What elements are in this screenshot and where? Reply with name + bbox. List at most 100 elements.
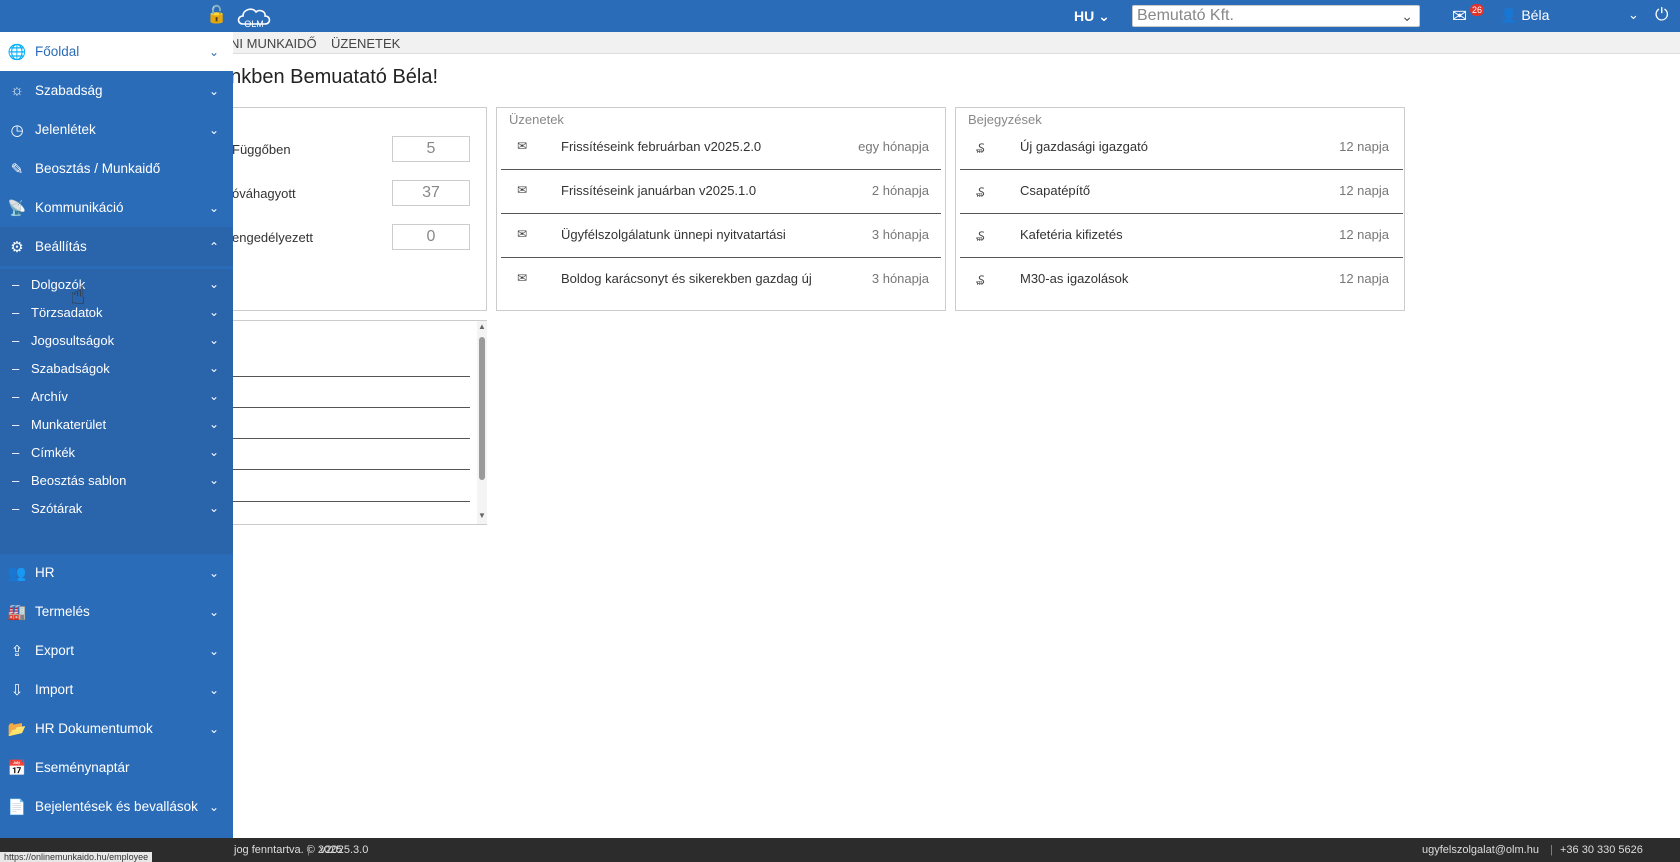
envelope-icon: ✉ [517, 271, 528, 285]
list-item[interactable] [220, 501, 470, 502]
sidebar-item-import[interactable]: ⇩ Import ⌄ [0, 670, 233, 709]
sidebar-item-hr-dokumentumok[interactable]: 📂 HR Dokumentumok ⌄ [0, 709, 233, 748]
dash-icon: – [12, 304, 20, 320]
power-icon[interactable]: ⏻ [1655, 5, 1668, 25]
entry-title: M30-as igazolások [1020, 271, 1129, 286]
dash-icon: – [12, 472, 20, 488]
sidebar-item-label: Kommunikáció [35, 200, 124, 215]
entry-row[interactable]: ₷ Kafetéria kifizetés 12 napja [960, 214, 1403, 258]
message-row[interactable]: ✉ Frissítéseink januárban v2025.1.0 2 hó… [501, 170, 941, 214]
message-title: Frissítéseink februárban v2025.2.0 [561, 139, 762, 154]
sidebar-item-beosztas[interactable]: ✎ Beosztás / Munkaidő [0, 149, 233, 188]
scrollbar[interactable]: ▲ ▼ [477, 321, 487, 524]
scroll-list-panel[interactable]: ▲ ▼ [219, 320, 487, 525]
footer-phone: +36 30 330 5626 [1560, 844, 1643, 856]
company-select[interactable]: Bemutató Kft. ⌄ [1132, 5, 1420, 27]
chevron-down-icon: ⌄ [209, 122, 220, 137]
list-item[interactable] [220, 438, 470, 439]
chevron-down-icon: ⌄ [209, 682, 220, 697]
status-panel: Függőben 5 óváhagyott 37 engedélyezett 0 [219, 107, 487, 311]
calendar-icon: 📅 [7, 759, 27, 777]
status-count[interactable]: 37 [392, 180, 470, 206]
entry-icon: ₷ [976, 229, 985, 243]
entry-row[interactable]: ₷ Csapatépítő 12 napja [960, 170, 1403, 214]
unlock-icon[interactable]: 🔓 [206, 5, 227, 25]
tools-icon: ✎ [10, 160, 24, 178]
submenu-item-torzsadatok[interactable]: – Törzsadatok ⌄ [0, 298, 233, 326]
sidebar-item-bejelentesek[interactable]: 📄 Bejelentések és bevallások ⌄ [0, 787, 233, 826]
entries-panel: Bejegyzések ₷ Új gazdasági igazgató 12 n… [955, 107, 1405, 311]
list-item[interactable] [220, 376, 470, 377]
sidebar-item-label: Jelenlétek [35, 122, 96, 137]
sidebar-item-hr[interactable]: 👥 HR ⌄ [0, 553, 233, 592]
scrollbar-thumb[interactable] [479, 337, 485, 480]
message-row[interactable]: ✉ Frissítéseink februárban v2025.2.0 egy… [501, 126, 941, 170]
sidebar-item-label: Szabadság [35, 83, 103, 98]
sidebar-item-fooldal[interactable]: 🌐 Főoldal ⌄ [0, 32, 233, 71]
submenu-item-archiv[interactable]: – Archív ⌄ [0, 382, 233, 410]
message-date: egy hónapja [858, 139, 929, 154]
status-count[interactable]: 0 [392, 224, 470, 250]
submenu-item-munkaterulet[interactable]: – Munkaterület ⌄ [0, 410, 233, 438]
entry-date: 12 napja [1339, 271, 1389, 286]
sidebar-item-termeles[interactable]: 🏭 Termelés ⌄ [0, 592, 233, 631]
submenu-item-szotarak[interactable]: – Szótárak ⌄ [0, 494, 233, 522]
envelope-icon: ✉ [517, 227, 528, 241]
chevron-down-icon: ⌄ [209, 604, 220, 619]
envelope-icon: ✉ [517, 183, 528, 197]
entry-icon: ₷ [976, 273, 985, 287]
list-item[interactable] [220, 469, 470, 470]
submenu-item-jogosultsagok[interactable]: – Jogosultságok ⌄ [0, 326, 233, 354]
submenu-item-szabadsagok[interactable]: – Szabadságok ⌄ [0, 354, 233, 382]
scroll-down-icon[interactable]: ▼ [478, 511, 486, 520]
message-date: 2 hónapja [871, 183, 929, 198]
mail-badge: 26 [1470, 4, 1485, 16]
sun-icon: ☼ [10, 82, 24, 99]
chevron-down-icon: ⌄ [209, 44, 220, 59]
tab-munkaido[interactable]: NI MUNKAIDŐ [230, 36, 317, 51]
sidebar-item-export[interactable]: ⇪ Export ⌄ [0, 631, 233, 670]
entry-row[interactable]: ₷ Új gazdasági igazgató 12 napja [960, 126, 1403, 170]
sidebar-item-beallitas[interactable]: ⚙ Beállítás ⌃ [0, 227, 233, 266]
sidebar-item-jelenletek[interactable]: ◷ Jelenlétek ⌄ [0, 110, 233, 149]
chevron-down-icon: ⌄ [209, 333, 220, 347]
entry-date: 12 napja [1339, 183, 1389, 198]
entry-title: Új gazdasági igazgató [1020, 139, 1148, 154]
hand-cursor-icon: ☝ [70, 280, 86, 310]
footer-separator: | [1550, 844, 1553, 856]
submenu-label: Szótárak [31, 500, 83, 516]
sidebar: 🌐 Főoldal ⌄ ☼ Szabadság ⌄ ◷ Jelenlétek ⌄… [0, 32, 233, 838]
status-count[interactable]: 5 [392, 136, 470, 162]
sidebar-item-esemenynaptar[interactable]: 📅 Eseménynaptár [0, 748, 233, 787]
sidebar-item-kommunikacio[interactable]: 📡 Kommunikáció ⌄ [0, 188, 233, 227]
scroll-up-icon[interactable]: ▲ [478, 322, 486, 331]
language-label: HU [1074, 8, 1095, 24]
message-row[interactable]: ✉ Boldog karácsonyt és sikerekben gazdag… [501, 258, 941, 302]
mail-icon[interactable]: ✉ 26 [1452, 4, 1485, 27]
chevron-down-icon: ⌄ [1098, 8, 1110, 24]
entry-row[interactable]: ₷ M30-as igazolások 12 napja [960, 258, 1403, 302]
user-name: Béla [1521, 7, 1550, 23]
sidebar-item-label: HR Dokumentumok [35, 721, 153, 736]
document-icon: 📄 [7, 798, 27, 816]
chevron-down-icon: ⌄ [209, 799, 220, 814]
export-icon: ⇪ [10, 642, 24, 660]
olm-logo[interactable]: OLM [235, 2, 273, 30]
chevron-down-icon: ⌄ [209, 361, 220, 375]
footer-email-link[interactable]: ugyfelszolgalat@olm.hu [1422, 844, 1539, 856]
tab-uzenetek[interactable]: ÜZENETEK [331, 36, 400, 51]
clock-check-icon: ◷ [10, 121, 24, 139]
submenu-item-dolgozok[interactable]: – Dolgozók ⌄ [0, 270, 233, 298]
submenu-label: Archív [31, 388, 68, 404]
message-row[interactable]: ✉ Ügyfélszolgálatunk ünnepi nyitvatartás… [501, 214, 941, 258]
language-selector[interactable]: HU ⌄ [1074, 8, 1110, 25]
envelope-icon: ✉ [517, 139, 528, 153]
user-menu[interactable]: 👤 Béla [1500, 7, 1549, 24]
entry-date: 12 napja [1339, 227, 1389, 242]
submenu-item-beosztas-sablon[interactable]: – Beosztás sablon ⌄ [0, 466, 233, 494]
submenu-item-cimkek[interactable]: – Címkék ⌄ [0, 438, 233, 466]
list-item[interactable] [220, 407, 470, 408]
sidebar-item-szabadsag[interactable]: ☼ Szabadság ⌄ [0, 71, 233, 110]
sidebar-item-label: Beosztás / Munkaidő [35, 161, 161, 176]
chevron-down-icon[interactable]: ⌄ [1628, 7, 1639, 23]
